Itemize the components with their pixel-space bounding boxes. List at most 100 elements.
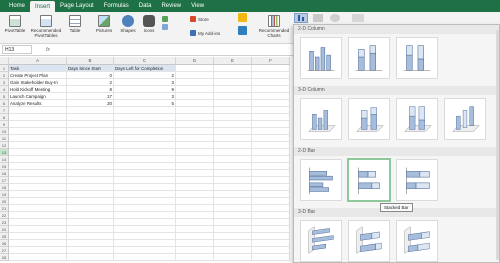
table-cell[interactable]: Create Project Plan xyxy=(9,72,67,79)
empty-cell[interactable] xyxy=(67,247,114,254)
3d-clustered-bar-option[interactable] xyxy=(300,220,342,262)
empty-cell[interactable] xyxy=(176,205,214,212)
empty-cell[interactable] xyxy=(9,170,67,177)
row-header[interactable]: 24 xyxy=(0,226,9,233)
empty-cell[interactable] xyxy=(252,170,290,177)
empty-cell[interactable] xyxy=(176,212,214,219)
3d-stacked-column-option[interactable] xyxy=(348,98,390,140)
row-header[interactable]: 1 xyxy=(0,65,9,72)
empty-cell[interactable] xyxy=(9,156,67,163)
empty-cell[interactable] xyxy=(9,205,67,212)
100-stacked-bar-option[interactable] xyxy=(396,159,438,201)
empty-cell[interactable] xyxy=(114,184,176,191)
clustered-bar-option[interactable] xyxy=(300,159,342,201)
table-cell[interactable]: Hold Kickoff Meeting xyxy=(9,86,67,93)
table-cell[interactable]: 2 xyxy=(114,72,176,79)
empty-cell[interactable] xyxy=(214,121,252,128)
empty-cell[interactable] xyxy=(214,65,252,72)
empty-cell[interactable] xyxy=(176,107,214,114)
empty-cell[interactable] xyxy=(9,184,67,191)
empty-cell[interactable] xyxy=(176,156,214,163)
empty-cell[interactable] xyxy=(67,177,114,184)
empty-cell[interactable] xyxy=(176,233,214,240)
empty-cell[interactable] xyxy=(252,240,290,247)
empty-cell[interactable] xyxy=(252,100,290,107)
empty-cell[interactable] xyxy=(214,247,252,254)
empty-cell[interactable] xyxy=(214,107,252,114)
table-cell[interactable]: 0 xyxy=(67,72,114,79)
empty-cell[interactable] xyxy=(214,79,252,86)
table-cell[interactable]: 8 xyxy=(67,86,114,93)
fx-label[interactable]: fx xyxy=(46,47,50,53)
empty-cell[interactable] xyxy=(67,135,114,142)
empty-cell[interactable] xyxy=(9,219,67,226)
empty-cell[interactable] xyxy=(214,170,252,177)
table-header-cell[interactable]: Days Left for Completion xyxy=(114,65,176,72)
empty-cell[interactable] xyxy=(67,107,114,114)
scatter-chart-button[interactable] xyxy=(352,14,364,22)
empty-cell[interactable] xyxy=(9,149,67,156)
empty-cell[interactable] xyxy=(214,100,252,107)
recommended-charts-button[interactable]: Recommended Charts xyxy=(256,15,292,38)
empty-cell[interactable] xyxy=(252,163,290,170)
empty-cell[interactable] xyxy=(67,198,114,205)
empty-cell[interactable] xyxy=(252,149,290,156)
empty-cell[interactable] xyxy=(252,128,290,135)
empty-cell[interactable] xyxy=(9,121,67,128)
table-header-cell[interactable]: Task xyxy=(9,65,67,72)
empty-cell[interactable] xyxy=(9,135,67,142)
row-header[interactable]: 7 xyxy=(0,107,9,114)
empty-cell[interactable] xyxy=(176,247,214,254)
empty-cell[interactable] xyxy=(214,254,252,261)
empty-cell[interactable] xyxy=(67,156,114,163)
empty-cell[interactable] xyxy=(176,86,214,93)
empty-cell[interactable] xyxy=(252,135,290,142)
empty-cell[interactable] xyxy=(214,226,252,233)
empty-cell[interactable] xyxy=(214,156,252,163)
shapes-button[interactable]: Shapes xyxy=(118,15,138,33)
empty-cell[interactable] xyxy=(67,240,114,247)
empty-cell[interactable] xyxy=(9,177,67,184)
empty-cell[interactable] xyxy=(214,142,252,149)
empty-cell[interactable] xyxy=(252,121,290,128)
tab-home[interactable]: Home xyxy=(4,0,30,12)
row-header[interactable]: 5 xyxy=(0,93,9,100)
pictures-button[interactable]: Pictures xyxy=(92,15,116,33)
tab-insert[interactable]: Insert xyxy=(30,1,56,12)
table-cell[interactable]: 3 xyxy=(114,93,176,100)
row-header[interactable]: 20 xyxy=(0,198,9,205)
empty-cell[interactable] xyxy=(114,254,176,261)
empty-cell[interactable] xyxy=(67,184,114,191)
empty-cell[interactable] xyxy=(9,212,67,219)
row-header[interactable]: 23 xyxy=(0,219,9,226)
empty-cell[interactable] xyxy=(114,107,176,114)
empty-cell[interactable] xyxy=(214,93,252,100)
empty-cell[interactable] xyxy=(9,247,67,254)
empty-cell[interactable] xyxy=(9,128,67,135)
empty-cell[interactable] xyxy=(67,121,114,128)
smartart-small-button[interactable] xyxy=(162,16,168,22)
pie-chart-button[interactable] xyxy=(330,14,340,22)
row-header[interactable]: 25 xyxy=(0,233,9,240)
empty-cell[interactable] xyxy=(114,163,176,170)
column-header-a[interactable]: A xyxy=(9,57,67,65)
empty-cell[interactable] xyxy=(67,149,114,156)
row-header[interactable]: 21 xyxy=(0,205,9,212)
empty-cell[interactable] xyxy=(114,170,176,177)
3d-clustered-column-option[interactable] xyxy=(300,98,342,140)
icons-button[interactable]: Icons xyxy=(140,15,158,33)
empty-cell[interactable] xyxy=(214,135,252,142)
empty-cell[interactable] xyxy=(214,163,252,170)
row-header[interactable]: 11 xyxy=(0,135,9,142)
row-header[interactable]: 2 xyxy=(0,72,9,79)
name-box[interactable]: H13 xyxy=(2,45,32,54)
table-header-cell[interactable]: Days Since Start xyxy=(67,65,114,72)
tab-view[interactable]: View xyxy=(186,0,209,12)
empty-cell[interactable] xyxy=(9,240,67,247)
empty-cell[interactable] xyxy=(214,191,252,198)
tab-page-layout[interactable]: Page Layout xyxy=(55,0,99,12)
empty-cell[interactable] xyxy=(114,135,176,142)
empty-cell[interactable] xyxy=(9,198,67,205)
row-header[interactable]: 26 xyxy=(0,240,9,247)
empty-cell[interactable] xyxy=(252,205,290,212)
